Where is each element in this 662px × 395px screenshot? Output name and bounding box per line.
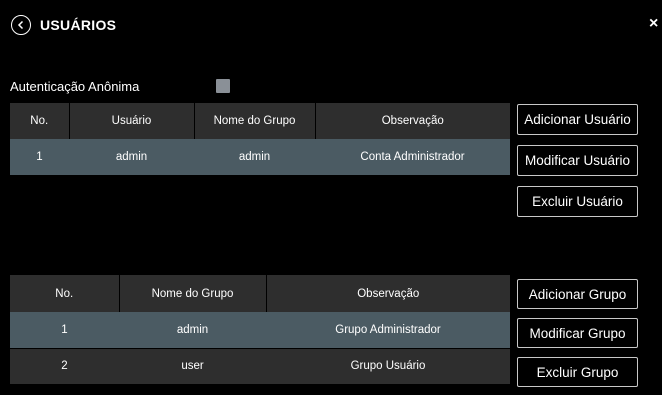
cell-no: 2 (10, 347, 119, 384)
table-row[interactable]: 1 admin Grupo Administrador (10, 312, 510, 348)
cell-no: 1 (10, 139, 69, 175)
column-header-note: Observação (315, 103, 510, 139)
groups-table-header: No. Nome do Grupo Observação (10, 275, 510, 312)
groups-table: No. Nome do Grupo Observação 1 admin Gru… (10, 275, 510, 384)
column-header-group: Nome do Grupo (194, 103, 316, 139)
modify-user-button[interactable]: Modificar Usuário (517, 145, 638, 176)
users-table-header: No. Usuário Nome do Grupo Observação (10, 103, 510, 139)
column-header-no: No. (10, 103, 70, 139)
cell-group: admin (194, 139, 315, 175)
column-header-group: Nome do Grupo (119, 275, 267, 312)
table-row[interactable]: 2 user Grupo Usuário (10, 347, 510, 384)
cell-group: admin (119, 312, 266, 348)
chevron-left-icon (17, 20, 24, 30)
back-button[interactable] (11, 15, 31, 35)
table-row[interactable]: 1 admin admin Conta Administrador (10, 139, 510, 175)
column-header-no: No. (10, 275, 120, 312)
cell-note: Conta Administrador (315, 139, 510, 175)
delete-group-button[interactable]: Excluir Grupo (517, 357, 638, 387)
users-table: No. Usuário Nome do Grupo Observação 1 a… (10, 103, 510, 175)
cell-user: admin (69, 139, 194, 175)
modify-group-button[interactable]: Modificar Grupo (517, 318, 638, 348)
add-group-button[interactable]: Adicionar Grupo (517, 279, 638, 309)
column-header-note: Observação (266, 275, 510, 312)
cell-note: Grupo Usuário (266, 347, 510, 384)
delete-user-button[interactable]: Excluir Usuário (517, 186, 638, 217)
close-icon[interactable]: × (649, 14, 658, 34)
cell-no: 1 (10, 312, 119, 348)
anonymous-auth-label: Autenticação Anônima (10, 79, 140, 94)
cell-group: user (119, 347, 266, 384)
add-user-button[interactable]: Adicionar Usuário (517, 104, 638, 135)
page-title: USUÁRIOS (40, 17, 117, 33)
column-header-user: Usuário (69, 103, 195, 139)
cell-note: Grupo Administrador (266, 312, 510, 348)
anonymous-auth-checkbox[interactable] (216, 79, 230, 93)
